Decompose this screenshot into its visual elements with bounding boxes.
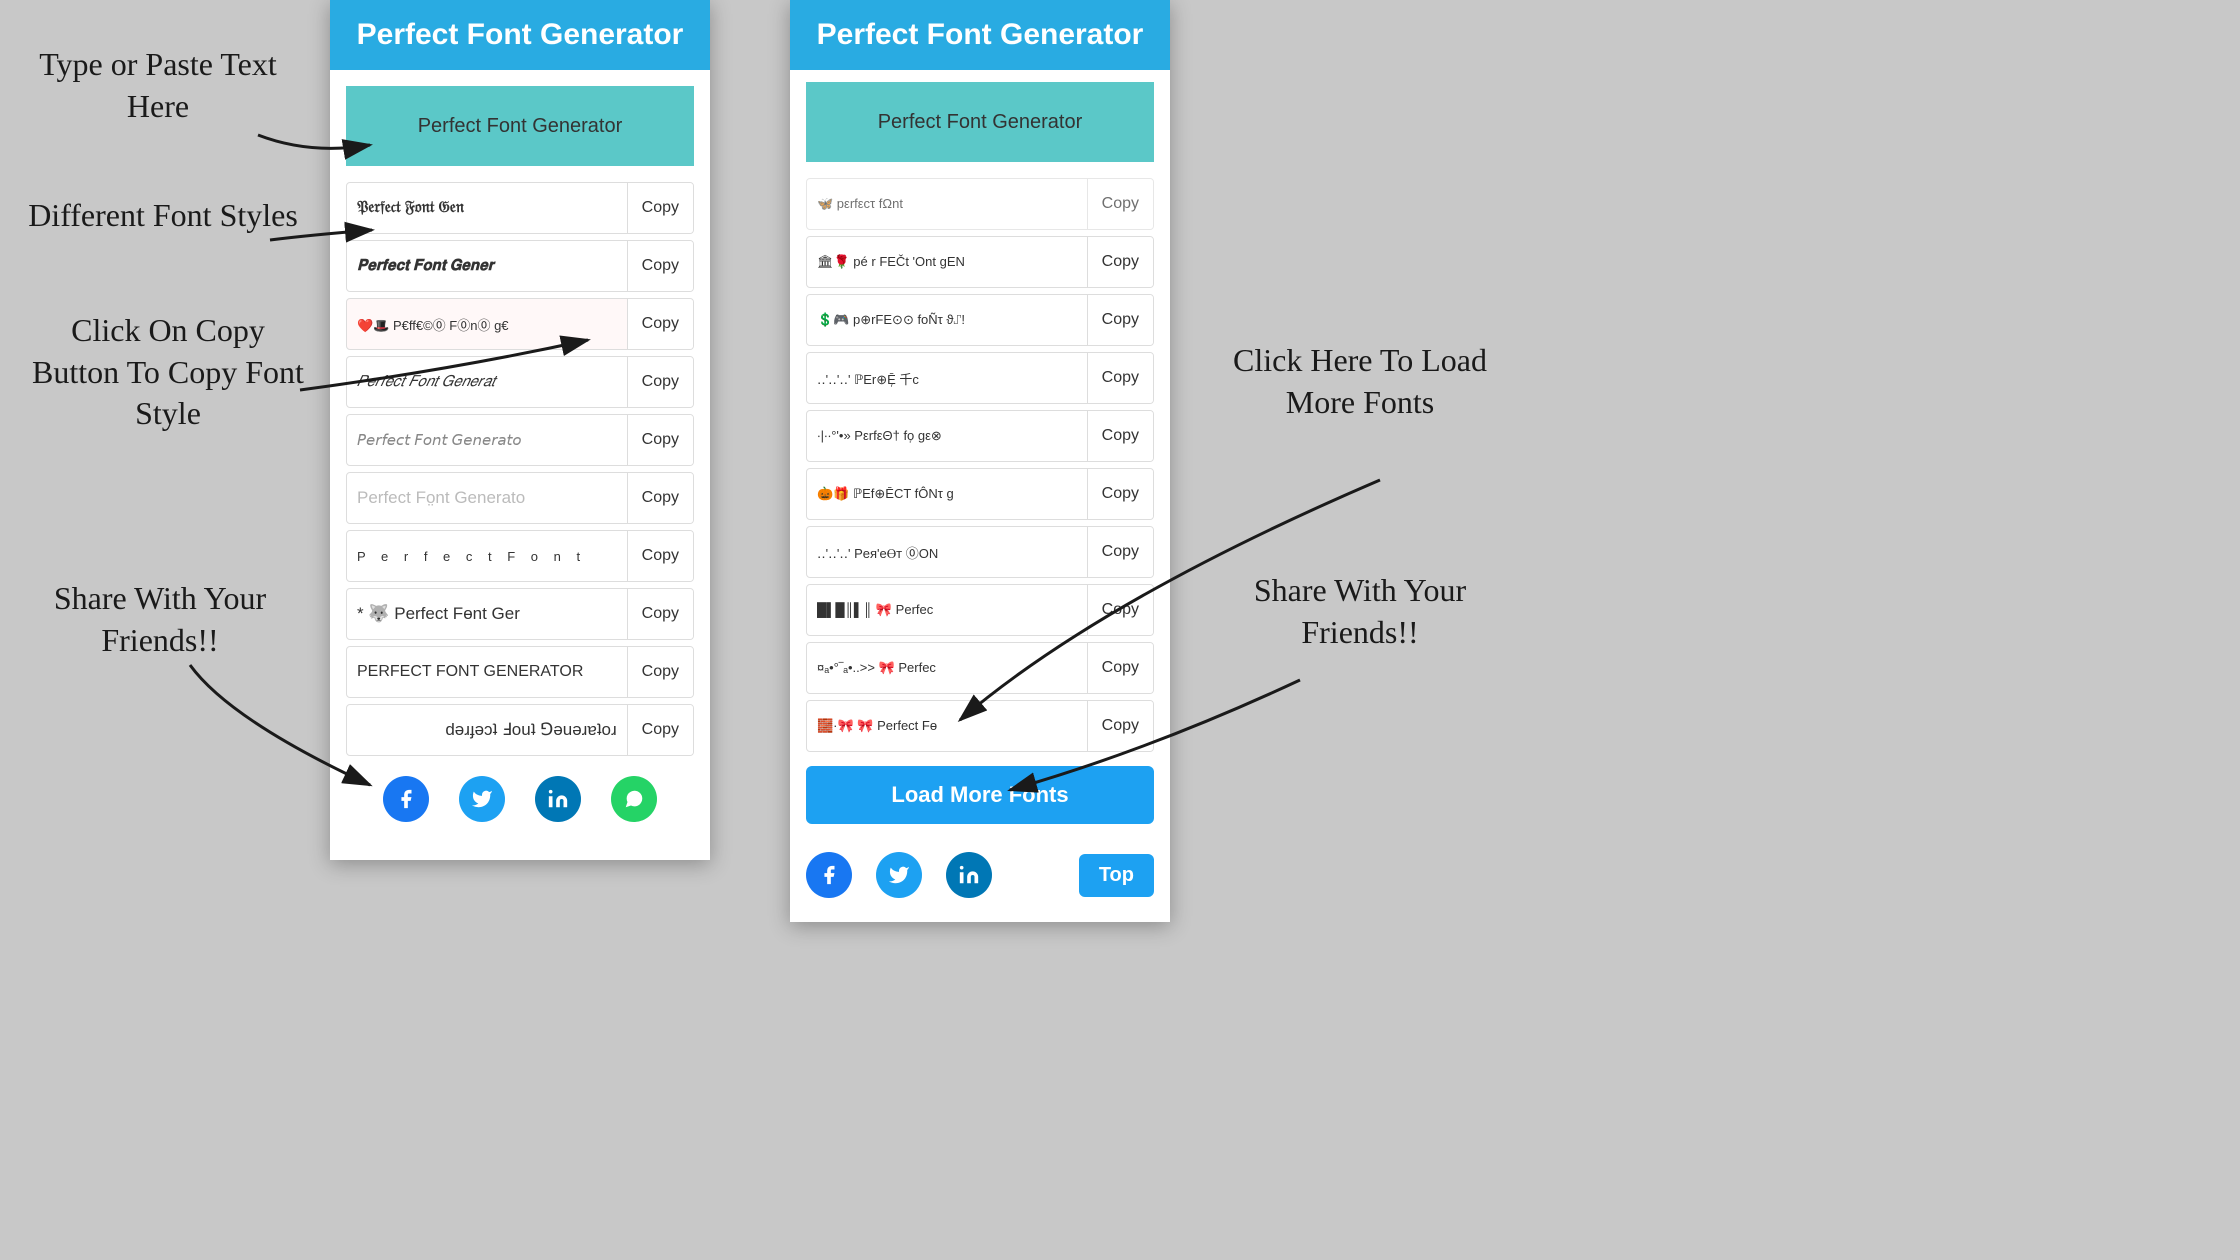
table-row: ∙|∙∙°'•» PεrfεΘ† fo᷊ gε⊗ Copy [806,410,1154,462]
copy-button[interactable]: Copy [627,647,693,697]
annotation-different-fonts: Different Font Styles [28,195,298,237]
annotation-share-left: Share With Your Friends!! [40,578,280,661]
linkedin-share-button[interactable] [535,776,581,822]
table-row: ‥'‥'‥' ℙEr⊕Ē᷊ 千c Copy [806,352,1154,404]
table-row: PERFECT FONT GENERATOR Copy [346,646,694,698]
text-input[interactable]: Perfect Font Generator [346,86,694,166]
font-text: Perfect Fo̤nt Generato [347,482,627,514]
top-button[interactable]: Top [1079,854,1154,897]
font-text: █▌█║▌║ 🎀 Perfec [807,596,1087,624]
right-twitter-button[interactable] [876,852,922,898]
right-linkedin-button[interactable] [946,852,992,898]
font-text: 🧱·🎀 🎀 Perfect Fɵ [807,712,1087,740]
font-text: ¤ₐ•°‾ₐ•..>> 🎀 Perfec [807,654,1087,682]
font-text: PERFECT FONT GENERATOR [347,657,627,687]
font-rows-left: 𝔓𝔢𝔯𝔣𝔢𝔠𝔱 𝔉𝔬𝔫𝔱 𝔊𝔢𝔫 Copy 𝐏𝐞𝐫𝐟𝐞𝐜𝐭 𝐅𝐨𝐧𝐭 𝐆𝐞𝐧𝐞𝐫… [330,182,710,756]
table-row: P e r f e c t F o n t Copy [346,530,694,582]
annotation-click-copy: Click On Copy Button To Copy Font Style [28,310,308,435]
copy-button[interactable]: Copy [1087,353,1153,403]
table-row: 𝘗𝘦𝘳𝘧𝘦𝘤𝘵 𝘍𝘰𝘯𝘵 𝘎𝘦𝘯𝘦𝘳𝘢𝘵𝘰 Copy [346,414,694,466]
copy-button[interactable]: Copy [1087,469,1153,519]
left-panel: Perfect Font Generator Perfect Font Gene… [330,0,710,860]
font-text: P e r f e c t F o n t [347,543,627,570]
left-panel-header: Perfect Font Generator [330,0,710,70]
right-panel: Perfect Font Generator Perfect Font Gene… [790,0,1170,922]
copy-button[interactable]: Copy [1087,643,1153,693]
table-row: █▌█║▌║ 🎀 Perfec Copy [806,584,1154,636]
font-text: * 🐺 Perfect Fɵnt Ger [347,598,627,630]
load-more-button[interactable]: Load More Fonts [806,766,1154,824]
table-row: * 🐺 Perfect Fɵnt Ger Copy [346,588,694,640]
font-text: 𝘗𝘦𝘳𝘧𝘦𝘤𝘵 𝘍𝘰𝘯𝘵 𝘎𝘦𝘯𝘦𝘳𝘢𝘵𝘰 [347,425,627,455]
copy-button[interactable]: Copy [1087,237,1153,287]
right-text-input[interactable]: Perfect Font Generator [806,82,1154,162]
font-text: 𝑃𝑒𝑟𝑓𝑒𝑐𝑡 𝐹𝑜𝑛𝑡 𝐺𝑒𝑛𝑒𝑟𝑎𝑡 [347,367,627,397]
social-share-row [330,756,710,846]
truncated-row: 🦋 рεrfεcτ fΩnt Copy [806,178,1154,230]
copy-button[interactable]: Copy [627,415,693,465]
right-input-text: Perfect Font Generator [878,111,1083,134]
font-text: 💲🎮 p⊕rFE⊙⊙ foÑτ ϑ⑀! [807,306,1087,334]
font-text: ❤️🎩 P€ff€©⓪ F⓪n⓪ g€ [347,309,627,340]
copy-button[interactable]: Copy [1087,527,1153,577]
font-text: 🎃🎁 ℙEf⊕ĒCT fÔNτ g [807,480,1087,508]
table-row: 🎃🎁 ℙEf⊕ĒCT fÔNτ g Copy [806,468,1154,520]
table-row: ¤ₐ•°‾ₐ•..>> 🎀 Perfec Copy [806,642,1154,694]
copy-button[interactable]: Copy [1087,295,1153,345]
copy-button[interactable]: Copy [1087,411,1153,461]
copy-button[interactable]: Copy [627,241,693,291]
font-text: 𝔓𝔢𝔯𝔣𝔢𝔠𝔱 𝔉𝔬𝔫𝔱 𝔊𝔢𝔫 [347,193,627,223]
copy-button[interactable]: Copy [627,531,693,581]
copy-button[interactable]: Copy [627,705,693,755]
table-row: 𝑃𝑒𝑟𝑓𝑒𝑐𝑡 𝐹𝑜𝑛𝑡 𝐺𝑒𝑛𝑒𝑟𝑎𝑡 Copy [346,356,694,408]
input-text: Perfect Font Generator [418,115,623,138]
font-text: 𝐏𝐞𝐫𝐟𝐞𝐜𝐭 𝐅𝐨𝐧𝐭 𝐆𝐞𝐧𝐞𝐫 [347,251,627,281]
copy-button[interactable]: Copy [1087,701,1153,751]
font-text: 🦋 рεrfεcτ fΩnt [807,190,1087,218]
copy-button[interactable]: Copy [1087,585,1153,635]
facebook-share-button[interactable] [383,776,429,822]
table-row: Perfect Fo̤nt Generato Copy [346,472,694,524]
annotation-type-paste: Type or Paste Text Here [28,44,288,127]
font-text: ∙|∙∙°'•» PεrfεΘ† fo᷊ gε⊗ [807,422,1087,450]
right-facebook-button[interactable] [806,852,852,898]
right-social-row: Top [790,836,1170,922]
right-panel-header: Perfect Font Generator [790,0,1170,70]
font-rows-right: 🏛🌹 pé r FEČt 'Ont gEN Copy 💲🎮 p⊕rFE⊙⊙ fo… [790,236,1170,752]
font-text: 🏛🌹 pé r FEČt 'Ont gEN [807,248,1087,276]
copy-button[interactable]: Copy [627,357,693,407]
table-row: ❤️🎩 P€ff€©⓪ F⓪n⓪ g€ Copy [346,298,694,350]
font-text: ‥'‥'‥' Peя'eⲐт ⓪ON [807,537,1087,568]
font-text: ‥'‥'‥' ℙEr⊕Ē᷊ 千c [807,363,1087,394]
annotation-share-right: Share With Your Friends!! [1230,570,1490,653]
table-row: 𝐏𝐞𝐫𝐟𝐞𝐜𝐭 𝐅𝐨𝐧𝐭 𝐆𝐞𝐧𝐞𝐫 Copy [346,240,694,292]
copy-button[interactable]: Copy [627,589,693,639]
table-row: 🏛🌹 pé r FEČt 'Ont gEN Copy [806,236,1154,288]
whatsapp-share-button[interactable] [611,776,657,822]
table-row: 🧱·🎀 🎀 Perfect Fɵ Copy [806,700,1154,752]
font-text: ɹoʇɐɹǝuǝ⅁ ʇuoℲ ʇɔǝɟɹǝd [347,714,627,746]
copy-button[interactable]: Copy [1087,179,1153,229]
twitter-share-button[interactable] [459,776,505,822]
table-row: ‥'‥'‥' Peя'eⲐт ⓪ON Copy [806,526,1154,578]
table-row: ɹoʇɐɹǝuǝ⅁ ʇuoℲ ʇɔǝɟɹǝd Copy [346,704,694,756]
annotation-click-load: Click Here To Load More Fonts [1220,340,1500,423]
table-row: 💲🎮 p⊕rFE⊙⊙ foÑτ ϑ⑀! Copy [806,294,1154,346]
copy-button[interactable]: Copy [627,183,693,233]
copy-button[interactable]: Copy [627,473,693,523]
table-row: 𝔓𝔢𝔯𝔣𝔢𝔠𝔱 𝔉𝔬𝔫𝔱 𝔊𝔢𝔫 Copy [346,182,694,234]
copy-button[interactable]: Copy [627,299,693,349]
